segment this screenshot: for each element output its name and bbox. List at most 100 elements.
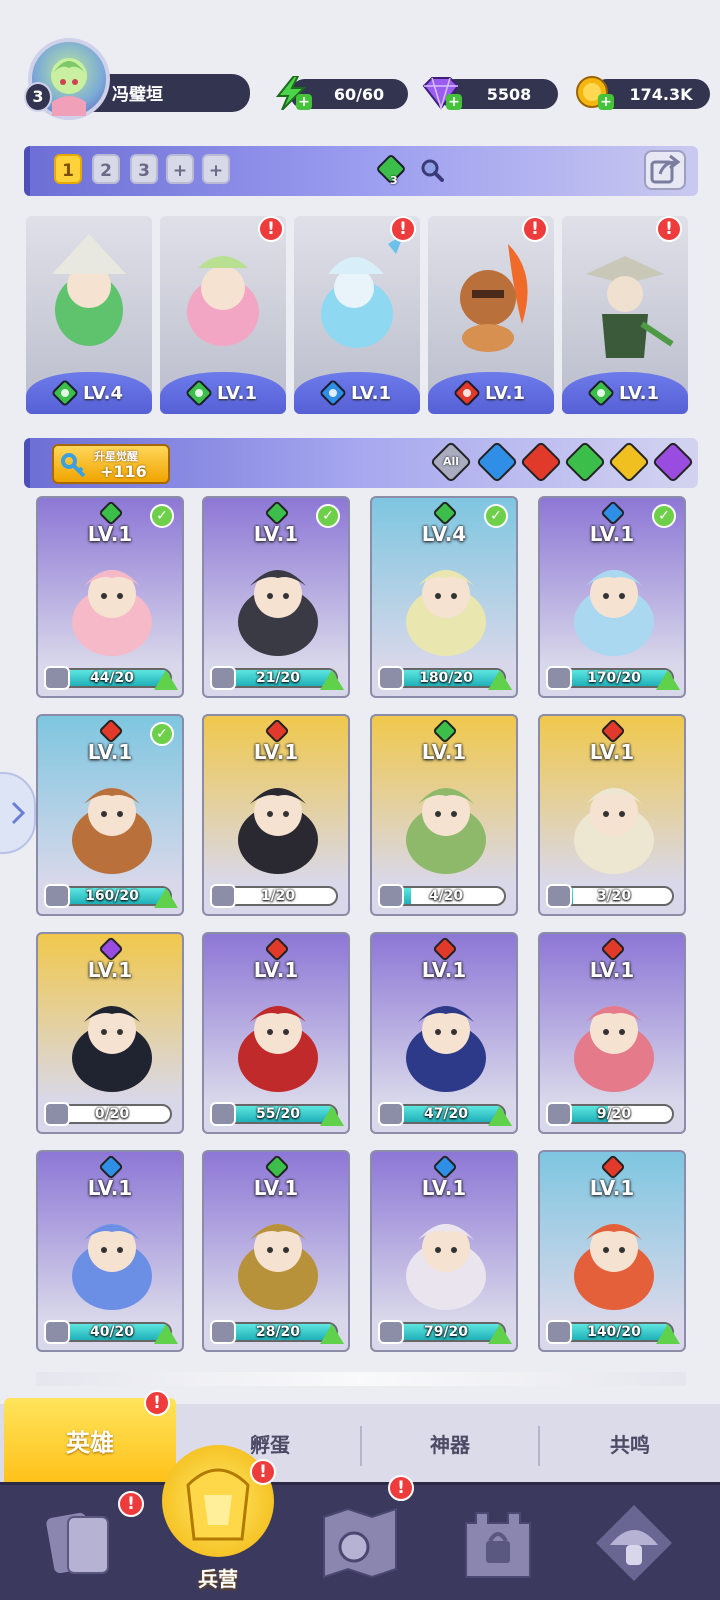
team-member-card[interactable]: LV.1 !	[562, 216, 688, 414]
shard-progress-bar: 0/20	[52, 1104, 172, 1124]
nav-mushroom[interactable]	[584, 1495, 684, 1591]
shard-icon	[546, 1102, 572, 1126]
hero-portrait	[586, 256, 674, 358]
tab-heroes-alert: !	[144, 1390, 170, 1416]
hero-portrait	[574, 1224, 654, 1310]
hero-level: LV.1	[589, 740, 635, 764]
team-bar: 1 2 3 + + 3	[24, 146, 698, 196]
hero-card[interactable]: LV.1 55/20	[202, 932, 350, 1134]
gems-resource[interactable]: 5508 +	[420, 76, 560, 110]
nav-castle-locked[interactable]	[448, 1495, 548, 1591]
filter-all-button[interactable]: All	[429, 440, 473, 484]
player-level-badge: 3	[24, 82, 52, 112]
shard-icon	[44, 1102, 70, 1126]
hero-card[interactable]: LV.1 28/20	[202, 1150, 350, 1352]
shard-progress-text: 180/20	[419, 670, 473, 686]
hero-card[interactable]: LV.1 4/20	[370, 714, 518, 916]
hero-card[interactable]: LV.1 140/20	[538, 1150, 686, 1352]
share-icon[interactable]	[644, 150, 686, 190]
gems-plus-icon[interactable]: +	[446, 94, 462, 110]
hero-portrait	[72, 1006, 152, 1092]
hero-card[interactable]: LV.1 79/20	[370, 1150, 518, 1352]
hero-level: LV.1	[87, 958, 133, 982]
team-member-card[interactable]: LV.4	[26, 216, 152, 414]
hero-portrait	[72, 788, 152, 874]
hero-portrait	[406, 570, 486, 656]
awaken-count: +116	[100, 462, 147, 481]
player-name: 冯璧垣	[112, 85, 163, 105]
hero-portrait	[238, 1006, 318, 1092]
awaken-button[interactable]: 升星觉醒 +116	[52, 444, 170, 484]
nav-barracks[interactable]: 兵营 !	[162, 1445, 276, 1599]
barracks-icon	[186, 1468, 250, 1541]
shard-progress-text: 4/20	[428, 888, 464, 904]
shard-icon	[546, 1320, 572, 1344]
shard-progress-text: 170/20	[587, 670, 641, 686]
hero-card[interactable]: LV.1 9/20	[538, 932, 686, 1134]
alert-badge: !	[388, 1475, 414, 1501]
shard-progress-bar: 3/20	[554, 886, 674, 906]
bottom-nav: ! 兵营 ! !	[0, 1445, 720, 1600]
shard-icon	[378, 666, 404, 690]
search-icon[interactable]	[420, 158, 444, 182]
hero-portrait	[72, 1224, 152, 1310]
hero-portrait	[238, 1224, 318, 1310]
energy-plus-icon[interactable]: +	[296, 94, 312, 110]
check-icon: ✓	[150, 504, 174, 528]
hero-card[interactable]: LV.1 ✓ 44/20	[36, 496, 184, 698]
filter-water-icon[interactable]	[475, 440, 519, 484]
filter-fire-icon[interactable]	[519, 440, 563, 484]
shard-progress-text: 9/20	[596, 1106, 632, 1122]
map-icon	[323, 1507, 397, 1579]
hero-card[interactable]: LV.4 ✓ 180/20	[370, 496, 518, 698]
team-element-bonus[interactable]: 3	[374, 153, 408, 188]
team-member-card[interactable]: LV.1 !	[294, 216, 420, 414]
wind-element-icon	[184, 378, 214, 408]
filter-light-icon[interactable]	[607, 440, 651, 484]
shard-icon	[44, 666, 70, 690]
hero-card[interactable]: LV.1 ✓ 21/20	[202, 496, 350, 698]
alert-badge: !	[656, 216, 682, 242]
hero-portrait	[574, 788, 654, 874]
team-tab-add-1[interactable]: +	[166, 154, 194, 184]
team-member-card[interactable]: LV.1 !	[428, 216, 554, 414]
shard-progress-bar: 9/20	[554, 1104, 674, 1124]
hero-card[interactable]: LV.1 1/20	[202, 714, 350, 916]
tab-resonance[interactable]: 共鸣	[540, 1404, 720, 1482]
hero-card[interactable]: LV.1 47/20	[370, 932, 518, 1134]
hero-card[interactable]: LV.1 40/20	[36, 1150, 184, 1352]
gold-plus-icon[interactable]: +	[598, 94, 614, 110]
team-tab-add-2[interactable]: +	[202, 154, 230, 184]
hero-portrait	[238, 570, 318, 656]
team-tab-3[interactable]: 3	[130, 154, 158, 184]
upgrade-arrow-icon	[656, 670, 680, 690]
hero-card[interactable]: LV.1 3/20	[538, 714, 686, 916]
hero-portrait	[406, 1224, 486, 1310]
alert-badge: !	[250, 1459, 276, 1485]
team-member-card[interactable]: LV.1 !	[160, 216, 286, 414]
team-tab-2[interactable]: 2	[92, 154, 120, 184]
side-expand-button[interactable]	[0, 772, 36, 854]
shard-progress-text: 1/20	[260, 888, 296, 904]
filter-dark-icon[interactable]	[651, 440, 695, 484]
filter-bar: 升星觉醒 +116 All	[24, 438, 698, 488]
shard-icon	[210, 884, 236, 908]
upgrade-arrow-icon	[154, 670, 178, 690]
hero-card[interactable]: LV.1 ✓ 170/20	[538, 496, 686, 698]
hero-portrait	[574, 1006, 654, 1092]
shard-icon	[378, 1320, 404, 1344]
upgrade-arrow-icon	[488, 670, 512, 690]
energy-resource[interactable]: 60/60 +	[270, 76, 410, 110]
nav-cards[interactable]: !	[30, 1491, 144, 1591]
player-profile[interactable]: 冯璧垣 3	[24, 36, 250, 120]
hero-card[interactable]: LV.1 0/20	[36, 932, 184, 1134]
tab-artifacts[interactable]: 神器	[362, 1404, 538, 1482]
nav-map[interactable]: !	[310, 1475, 414, 1591]
shard-progress-text: 160/20	[85, 888, 139, 904]
upgrade-arrow-icon	[154, 888, 178, 908]
hero-card[interactable]: LV.1 ✓ 160/20	[36, 714, 184, 916]
team-tab-1[interactable]: 1	[54, 154, 82, 184]
upgrade-arrow-icon	[488, 1324, 512, 1344]
filter-wind-icon[interactable]	[563, 440, 607, 484]
gold-resource[interactable]: 174.3K +	[572, 76, 712, 110]
